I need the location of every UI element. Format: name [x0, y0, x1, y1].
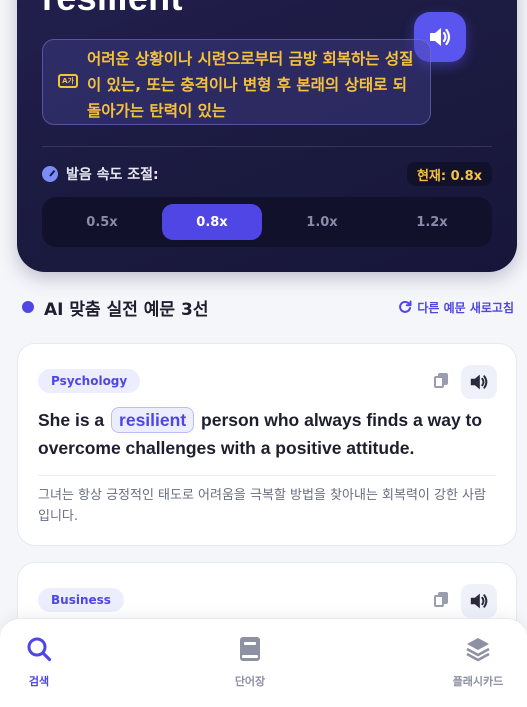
refresh-examples-button[interactable]: 다른 예문 새로고침 — [398, 299, 514, 316]
category-tag: Psychology — [38, 369, 141, 393]
example-audio-button[interactable] — [461, 365, 497, 399]
copy-button[interactable] — [431, 371, 451, 391]
example-card: Psychology She is a resilient person who… — [17, 343, 517, 546]
speaker-icon — [430, 28, 451, 46]
section-title: AI 맞춤 실전 예문 3선 — [44, 299, 209, 320]
category-tag: Business — [38, 588, 124, 612]
nav-search[interactable]: 검색 — [0, 633, 89, 693]
nav-label: 플래시카드 — [452, 675, 504, 688]
speed-option-1-0x[interactable]: 1.0x — [272, 204, 372, 240]
speaker-icon — [470, 593, 488, 609]
copy-button[interactable] — [431, 590, 451, 610]
section-bullet-icon — [22, 301, 34, 313]
word-hero-card: resilient A가 어려운 상황이나 시련으로부터 금방 회복하는 성질이… — [17, 0, 517, 272]
examples-section-header: AI 맞춤 실전 예문 3선 다른 예문 새로고침 — [22, 294, 514, 320]
speed-current-badge: 현재: 0.8x — [406, 162, 492, 186]
speed-option-0-5x[interactable]: 0.5x — [52, 204, 152, 240]
speed-control-header: 발음 속도 조절: 현재: 0.8x — [42, 162, 492, 186]
nav-flashcard[interactable]: 플래시카드 — [428, 633, 527, 693]
nav-vocabulary[interactable]: 단어장 — [200, 633, 300, 693]
speaker-icon — [470, 374, 488, 390]
book-icon — [240, 637, 260, 661]
example-audio-button[interactable] — [461, 584, 497, 618]
highlighted-word: resilient — [111, 407, 195, 433]
speed-option-1-2x[interactable]: 1.2x — [382, 204, 482, 240]
korean-meaning: 어려운 상황이나 시련으로부터 금방 회복하는 성질이 있는, 또는 충격이나 … — [87, 50, 414, 120]
speed-selector: 0.5x 0.8x 1.0x 1.2x — [42, 197, 492, 247]
speed-label: 발음 속도 조절: — [66, 167, 159, 183]
layers-icon — [466, 638, 490, 662]
search-icon — [27, 637, 52, 662]
nav-label: 단어장 — [234, 675, 266, 688]
speed-option-0-8x[interactable]: 0.8x — [162, 204, 262, 240]
divider — [42, 146, 492, 147]
word-title: resilient — [42, 0, 183, 16]
nav-label: 검색 — [28, 675, 50, 688]
speedometer-icon — [42, 166, 58, 182]
meaning-box: A가 어려운 상황이나 시련으로부터 금방 회복하는 성질이 있는, 또는 충격… — [42, 39, 431, 125]
refresh-label: 다른 예문 새로고침 — [417, 300, 514, 315]
english-sentence: She is a resilient person who always fin… — [38, 406, 500, 462]
refresh-icon — [399, 300, 412, 313]
translate-icon: A가 — [58, 74, 78, 88]
divider — [38, 475, 496, 476]
korean-translation: 그녀는 항상 긍정적인 태도로 어려움을 극복할 방법을 찾아내는 회복력이 강… — [38, 488, 486, 524]
bottom-navigation: 검색 단어장 플래시카드 — [0, 618, 527, 707]
